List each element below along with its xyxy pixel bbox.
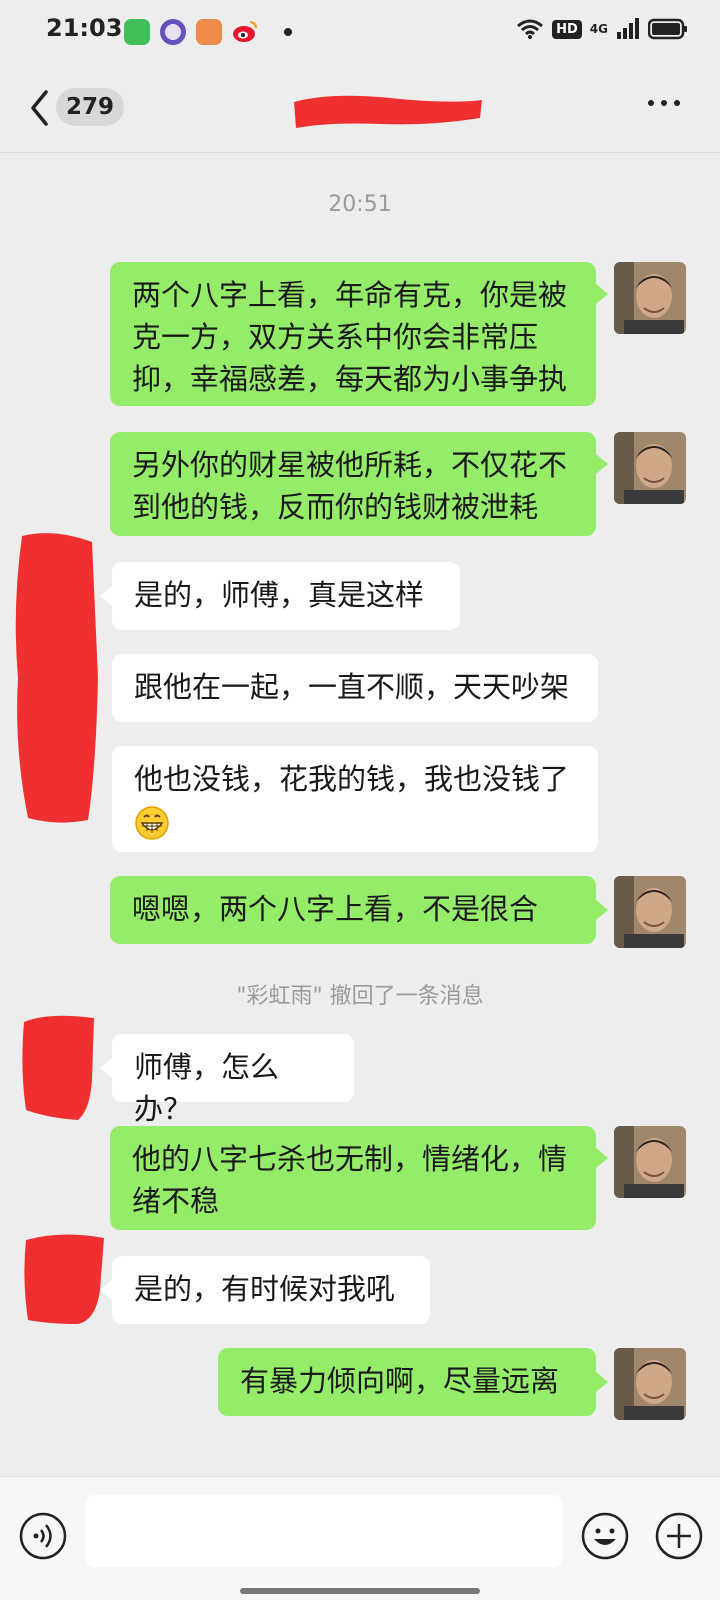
- bubble-tail: [100, 1280, 112, 1300]
- message-text: 他也没钱，花我的钱，我也没钱了: [134, 762, 570, 796]
- message-bubble[interactable]: 嗯嗯，两个八字上看，不是很合: [110, 876, 596, 944]
- app-orange-book-icon: [196, 19, 222, 45]
- notification-icons: [124, 19, 292, 45]
- message-line: 到他的钱，反而你的钱财被泄耗: [132, 490, 539, 524]
- message-line: 绪不稳: [132, 1184, 220, 1218]
- more-notifications-dot: [284, 28, 292, 36]
- bubble-tail: [596, 454, 608, 474]
- user-avatar[interactable]: [614, 876, 686, 948]
- message-bubble[interactable]: 跟他在一起，一直不顺，天天吵架: [112, 654, 598, 722]
- weibo-icon: [233, 20, 258, 42]
- app-green-icon: [124, 19, 150, 45]
- system-icons: HD 4G: [516, 18, 688, 40]
- message-text: 有暴力倾向啊，尽量远离: [240, 1364, 560, 1398]
- message-line: 克一方，双方关系中你会非常压: [132, 320, 539, 354]
- chat-timestamp: 20:51: [328, 192, 392, 217]
- app-purple-icon: [160, 19, 186, 45]
- unread-count-badge[interactable]: 279: [56, 88, 125, 126]
- more-options-icon[interactable]: [648, 100, 680, 106]
- message-bubble[interactable]: 两个八字上看，年命有克，你是被 克一方，双方关系中你会非常压 抑，幸福感差，每天…: [110, 262, 596, 406]
- redacted-contact-avatar: [24, 1234, 104, 1324]
- user-avatar[interactable]: [614, 1126, 686, 1198]
- signal-icon: [617, 18, 639, 39]
- hd-icon: HD: [552, 19, 582, 39]
- message-input[interactable]: [86, 1495, 562, 1567]
- message-bubble[interactable]: 有暴力倾向啊，尽量远离: [218, 1348, 596, 1416]
- bubble-tail: [100, 1058, 112, 1078]
- user-avatar[interactable]: [614, 262, 686, 334]
- message-bubble[interactable]: 是的，师傅，真是这样: [112, 562, 460, 630]
- bubble-tail: [596, 284, 608, 304]
- message-text: 师傅，怎么办？: [134, 1050, 280, 1126]
- recall-notice: "彩虹雨" 撤回了一条消息: [236, 984, 484, 1009]
- bubble-tail: [596, 1148, 608, 1168]
- bubble-tail: [596, 900, 608, 920]
- message-bubble[interactable]: 另外你的财星被他所耗，不仅花不 到他的钱，反而你的钱财被泄耗: [110, 432, 596, 536]
- user-avatar[interactable]: [614, 1348, 686, 1420]
- message-text: 嗯嗯，两个八字上看，不是很合: [132, 892, 539, 926]
- more-functions-plus-icon[interactable]: [654, 1511, 704, 1561]
- back-chevron-icon[interactable]: [28, 88, 52, 128]
- header-divider: [0, 152, 720, 153]
- status-bar: 21:03 HD 4G: [0, 0, 720, 64]
- battery-icon: [648, 18, 687, 40]
- grinning-face-emoji: [135, 806, 169, 840]
- network-type: 4G: [589, 22, 608, 36]
- redacted-contact-avatar: [22, 1015, 94, 1120]
- message-text: 是的，有时候对我吼: [134, 1272, 396, 1306]
- bubble-tail: [100, 586, 112, 606]
- status-time: 21:03: [46, 14, 123, 42]
- message-bubble[interactable]: 是的，有时候对我吼: [112, 1256, 430, 1324]
- chat-header: 279: [0, 64, 720, 152]
- home-indicator[interactable]: [240, 1588, 480, 1594]
- message-line: 抑，幸福感差，每天都为小事争执: [132, 362, 568, 396]
- redacted-contact-avatar: [15, 533, 98, 823]
- chat-input-bar: [0, 1476, 720, 1600]
- wifi-icon: [517, 19, 544, 39]
- message-bubble[interactable]: 他也没钱，花我的钱，我也没钱了: [112, 746, 598, 852]
- redacted-chat-title: [294, 95, 482, 128]
- voice-input-icon[interactable]: [18, 1511, 68, 1561]
- message-bubble[interactable]: 他的八字七杀也无制，情绪化，情 绪不稳: [110, 1126, 596, 1230]
- emoji-picker-icon[interactable]: [580, 1511, 630, 1561]
- message-bubble[interactable]: 师傅，怎么办？: [112, 1034, 354, 1126]
- message-line: 另外你的财星被他所耗，不仅花不: [132, 448, 568, 482]
- message-line: 他的八字七杀也无制，情绪化，情: [132, 1142, 568, 1176]
- bubble-tail: [596, 1372, 608, 1392]
- message-text: 跟他在一起，一直不顺，天天吵架: [134, 670, 570, 704]
- message-line: 两个八字上看，年命有克，你是被: [132, 278, 568, 312]
- user-avatar[interactable]: [614, 432, 686, 504]
- message-text: 是的，师傅，真是这样: [134, 578, 425, 612]
